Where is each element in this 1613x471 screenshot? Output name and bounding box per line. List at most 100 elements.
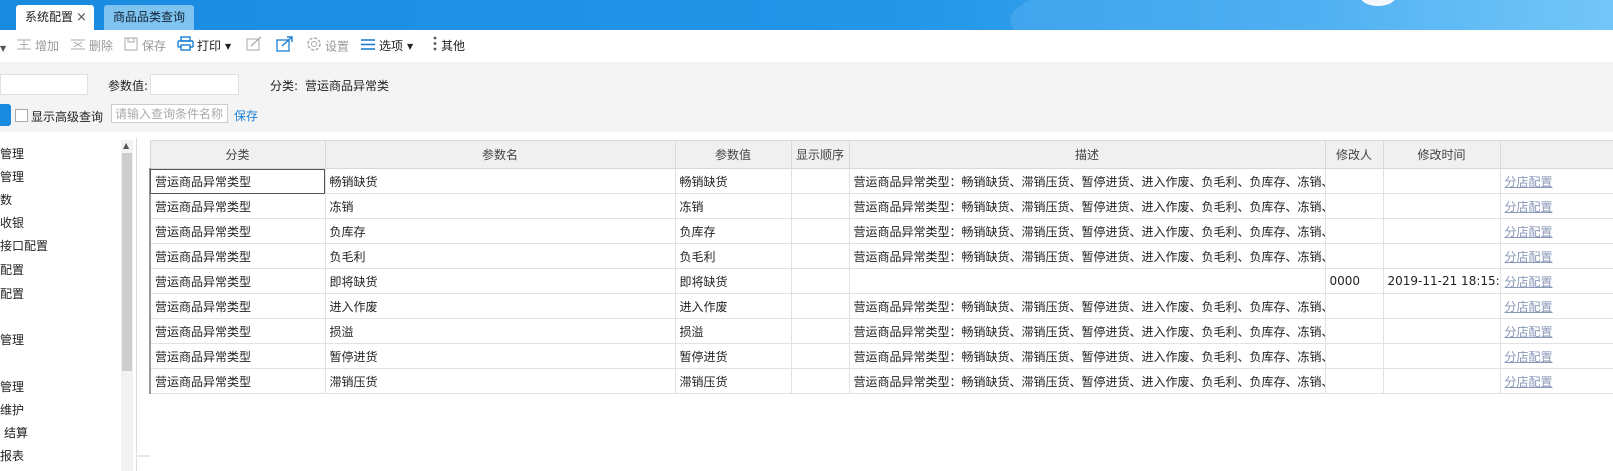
table-cell[interactable] <box>790 243 850 269</box>
table-cell[interactable]: 营运商品异常类型 <box>149 218 326 244</box>
table-cell[interactable]: 负库存 <box>674 218 792 244</box>
category-select[interactable]: 营运商品异常类 <box>305 77 389 94</box>
sidebar-item[interactable]: 管理 <box>0 378 24 395</box>
table-cell[interactable]: 暂停进货 <box>674 343 792 369</box>
table-row[interactable]: 营运商品异常类型 畅销缺货 畅销缺货 营运商品异常类型：畅销缺货、滞销压货、暂停进货、… <box>149 168 1613 194</box>
close-icon[interactable]: × <box>76 5 87 30</box>
table-cell[interactable]: 营运商品异常类型：畅销缺货、滞销压货、暂停进货、进入作废、负毛利、负库存、冻销、… <box>848 293 1326 319</box>
table-cell[interactable]: 冻销 <box>324 193 676 219</box>
scroll-up-icon[interactable]: ▲ <box>123 141 129 150</box>
table-cell[interactable] <box>1382 343 1501 369</box>
column-header[interactable]: 显示顺序 <box>790 140 850 169</box>
other-button[interactable]: 其他 <box>432 36 465 56</box>
table-cell[interactable] <box>1382 168 1501 194</box>
query-name-input[interactable]: 请输入查询条件名称 <box>111 104 228 123</box>
table-cell[interactable]: 滞销压货 <box>674 368 792 394</box>
param-name-input[interactable] <box>0 74 88 95</box>
save-button[interactable]: 保存 <box>124 36 166 56</box>
table-row[interactable]: 营运商品异常类型即将缺货即将缺货00002019-11-21 18:15:39分… <box>149 268 1613 294</box>
table-cell[interactable]: 损溢 <box>674 318 792 344</box>
table-cell[interactable]: 负库存 <box>324 218 676 244</box>
table-cell[interactable] <box>1324 218 1384 244</box>
branch-config-link[interactable]: 分店配置 <box>1505 300 1553 314</box>
column-header[interactable]: 修改时间 <box>1382 140 1501 169</box>
sidebar-item[interactable]: 管理 <box>0 331 24 348</box>
chevron-down-icon[interactable]: ▼ <box>0 39 6 59</box>
table-cell[interactable] <box>848 268 1326 294</box>
scrollbar-thumb[interactable] <box>122 153 132 371</box>
table-cell[interactable] <box>1382 193 1501 219</box>
advanced-query-checkbox[interactable] <box>15 109 28 122</box>
table-cell[interactable] <box>1382 218 1501 244</box>
sidebar-item[interactable]: 配置 <box>0 285 24 302</box>
sidebar-item[interactable]: 管理 <box>0 145 24 162</box>
table-cell[interactable]: 畅销缺货 <box>674 168 792 194</box>
column-header[interactable]: 参数值 <box>674 140 792 169</box>
sidebar-item[interactable]: 数 <box>0 191 12 208</box>
branch-config-link[interactable]: 分店配置 <box>1505 225 1553 239</box>
table-cell[interactable] <box>1382 318 1501 344</box>
table-row[interactable]: 营运商品异常类型 损溢 损溢 营运商品异常类型：畅销缺货、滞销压货、暂停进货、进入作废… <box>149 318 1613 344</box>
sidebar-item[interactable]: 报表 <box>0 447 24 464</box>
table-cell[interactable]: 营运商品异常类型 <box>149 343 326 369</box>
table-cell[interactable]: 即将缺货 <box>674 268 792 294</box>
table-row[interactable]: 营运商品异常类型 滞销压货 滞销压货 营运商品异常类型：畅销缺货、滞销压货、暂停进货、… <box>149 368 1613 394</box>
table-cell[interactable]: 损溢 <box>324 318 676 344</box>
table-cell[interactable]: 滞销压货 <box>324 368 676 394</box>
branch-config-link[interactable]: 分店配置 <box>1505 325 1553 339</box>
table-row[interactable]: 营运商品异常类型 进入作废 进入作废 营运商品异常类型：畅销缺货、滞销压货、暂停进货、… <box>149 293 1613 319</box>
table-cell[interactable] <box>790 193 850 219</box>
table-cell[interactable]: 营运商品异常类型：畅销缺货、滞销压货、暂停进货、进入作废、负毛利、负库存、冻销、… <box>848 218 1326 244</box>
sidebar-item[interactable]: 接口配置 <box>0 237 48 254</box>
sidebar-item[interactable]: 管理 <box>0 168 24 185</box>
table-cell[interactable]: 进入作废 <box>674 293 792 319</box>
branch-config-link[interactable]: 分店配置 <box>1505 375 1553 389</box>
table-cell[interactable]: 营运商品异常类型 <box>149 268 326 294</box>
print-button[interactable]: 打印 ▼ <box>177 36 231 56</box>
table-cell[interactable] <box>1324 168 1384 194</box>
table-cell[interactable]: 营运商品异常类型 <box>149 368 326 394</box>
branch-config-link[interactable]: 分店配置 <box>1505 350 1553 364</box>
table-cell[interactable] <box>1324 193 1384 219</box>
export-icon-button[interactable] <box>276 36 297 56</box>
table-row[interactable]: 营运商品异常类型 冻销 冻销 营运商品异常类型：畅销缺货、滞销压货、暂停进货、进入作废… <box>149 193 1613 219</box>
table-row[interactable]: 营运商品异常类型 暂停进货 暂停进货 营运商品异常类型：畅销缺货、滞销压货、暂停进货、… <box>149 343 1613 369</box>
table-cell[interactable]: 即将缺货 <box>324 268 676 294</box>
branch-config-link[interactable]: 分店配置 <box>1505 250 1553 264</box>
save-query-link[interactable]: 保存 <box>234 107 258 124</box>
table-cell[interactable] <box>1324 293 1384 319</box>
branch-config-link[interactable]: 分店配置 <box>1505 275 1553 289</box>
tab-category-query[interactable]: 商品品类查询 <box>104 5 194 30</box>
table-cell[interactable]: 营运商品异常类型 <box>149 193 326 219</box>
table-cell[interactable] <box>790 368 850 394</box>
table-cell[interactable] <box>790 218 850 244</box>
table-cell[interactable]: 营运商品异常类型：畅销缺货、滞销压货、暂停进货、进入作废、负毛利、负库存、冻销、… <box>848 168 1326 194</box>
table-cell[interactable] <box>790 168 850 194</box>
table-cell[interactable] <box>1324 318 1384 344</box>
table-cell[interactable] <box>1324 243 1384 269</box>
column-header[interactable]: 参数名 <box>324 140 676 169</box>
branch-config-link[interactable]: 分店配置 <box>1505 200 1553 214</box>
sidebar-item[interactable]: 收银 <box>0 214 24 231</box>
table-cell[interactable] <box>1382 293 1501 319</box>
table-cell[interactable] <box>790 318 850 344</box>
table-cell[interactable] <box>790 268 850 294</box>
edit-icon-button[interactable] <box>246 36 266 56</box>
table-cell[interactable] <box>1324 343 1384 369</box>
table-cell[interactable]: 负毛利 <box>324 243 676 269</box>
table-cell[interactable]: 营运商品异常类型：畅销缺货、滞销压货、暂停进货、进入作废、负毛利、负库存、冻销、… <box>848 193 1326 219</box>
column-header[interactable]: 描述 <box>848 140 1326 169</box>
table-cell[interactable]: 负毛利 <box>674 243 792 269</box>
branch-config-link[interactable]: 分店配置 <box>1505 175 1553 189</box>
sidebar-item[interactable]: 配置 <box>0 261 24 278</box>
delete-button[interactable]: 删除 <box>70 36 113 56</box>
table-cell[interactable]: 0000 <box>1324 268 1384 294</box>
query-button[interactable] <box>0 104 11 126</box>
add-button[interactable]: 增加 <box>16 36 59 56</box>
table-cell[interactable]: 营运商品异常类型：畅销缺货、滞销压货、暂停进货、进入作废、负毛利、负库存、冻销、… <box>848 343 1326 369</box>
sidebar-scrollbar[interactable]: ▲ <box>121 140 133 471</box>
settings-button[interactable]: 设置 <box>306 36 349 56</box>
table-cell[interactable]: 营运商品异常类型 <box>149 293 326 319</box>
table-cell[interactable]: 营运商品异常类型 <box>149 168 326 194</box>
table-cell[interactable]: 暂停进货 <box>324 343 676 369</box>
